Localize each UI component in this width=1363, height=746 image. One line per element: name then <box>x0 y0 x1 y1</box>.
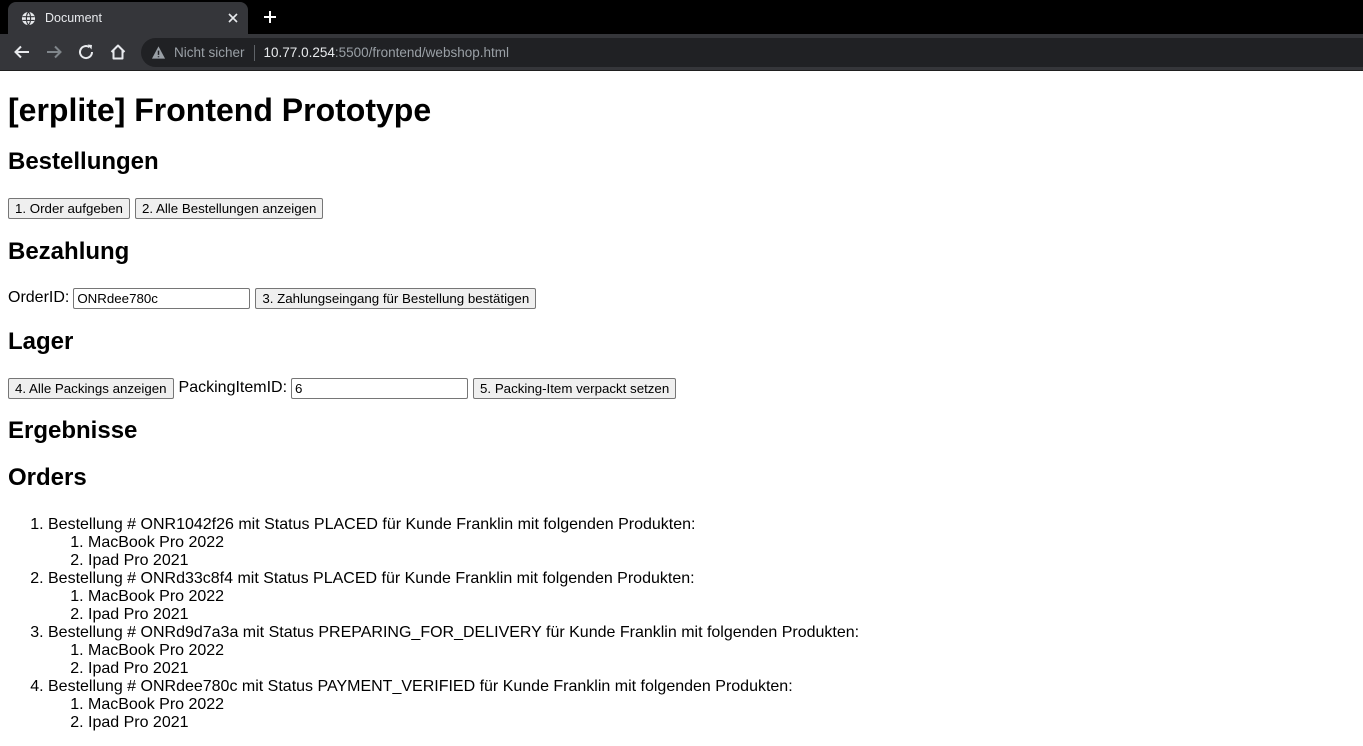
lager-actions: 4. Alle Packings anzeigen PackingItemID:… <box>8 377 1355 399</box>
order-aufgeben-button[interactable]: 1. Order aufgeben <box>8 197 130 219</box>
address-separator <box>253 44 255 61</box>
home-icon[interactable] <box>106 40 130 64</box>
heading-bestellungen: Bestellungen <box>8 148 159 175</box>
product-list: MacBook Pro 2022 Ipad Pro 2021 <box>48 534 1355 570</box>
alle-bestellungen-button[interactable]: 2. Alle Bestellungen anzeigen <box>134 197 324 219</box>
browser-toolbar: Nicht sicher 10.77.0.254:5500/frontend/w… <box>0 34 1363 71</box>
address-bar[interactable]: Nicht sicher 10.77.0.254:5500/frontend/w… <box>141 38 1363 67</box>
packing-verpackt-button[interactable]: 5. Packing-Item verpackt setzen <box>473 377 677 399</box>
reload-icon[interactable] <box>74 40 98 64</box>
order-text: Bestellung # ONRdee780c mit Status PAYME… <box>48 678 793 695</box>
browser-tab[interactable]: Document <box>8 2 248 34</box>
back-arrow-icon[interactable] <box>10 40 34 64</box>
heading-lager: Lager <box>8 328 74 355</box>
globe-icon <box>21 11 36 26</box>
orderid-input[interactable] <box>73 287 251 309</box>
bestellungen-actions: 1. Order aufgeben 2. Alle Bestellungen a… <box>8 197 1355 219</box>
product-item: Ipad Pro 2021 <box>88 552 1355 570</box>
security-label[interactable]: Nicht sicher <box>174 45 245 60</box>
product-list: MacBook Pro 2022 Ipad Pro 2021 <box>48 588 1355 624</box>
orders-list: Bestellung # ONR1042f26 mit Status PLACE… <box>8 516 1355 732</box>
product-list: MacBook Pro 2022 Ipad Pro 2021 <box>48 696 1355 732</box>
alle-packings-button[interactable]: 4. Alle Packings anzeigen <box>8 377 174 399</box>
order-text: Bestellung # ONRd9d7a3a mit Status PREPA… <box>48 624 860 641</box>
url-path: :5500/frontend/webshop.html <box>334 45 509 60</box>
bezahlung-actions: OrderID: 3. Zahlungseingang für Bestellu… <box>8 287 1355 309</box>
order-text: Bestellung # ONRd33c8f4 mit Status PLACE… <box>48 570 695 587</box>
orderid-label: OrderID: <box>8 289 70 306</box>
product-item: MacBook Pro 2022 <box>88 642 1355 660</box>
close-icon[interactable] <box>224 9 242 27</box>
url-host: 10.77.0.254 <box>263 45 335 60</box>
list-item: Bestellung # ONRd33c8f4 mit Status PLACE… <box>48 570 1355 624</box>
packingitemid-label: PackingItemID: <box>178 379 288 396</box>
product-item: MacBook Pro 2022 <box>88 534 1355 552</box>
product-item: Ipad Pro 2021 <box>88 606 1355 624</box>
product-item: MacBook Pro 2022 <box>88 588 1355 606</box>
list-item: Bestellung # ONR1042f26 mit Status PLACE… <box>48 516 1355 570</box>
plus-icon[interactable] <box>259 6 281 28</box>
page-title: [erplite] Frontend Prototype <box>8 92 432 128</box>
packingitemid-input[interactable] <box>291 377 469 399</box>
list-item: Bestellung # ONRdee780c mit Status PAYME… <box>48 678 1355 732</box>
heading-bezahlung: Bezahlung <box>8 238 130 265</box>
product-item: MacBook Pro 2022 <box>88 696 1355 714</box>
heading-orders: Orders <box>8 464 87 491</box>
product-list: MacBook Pro 2022 Ipad Pro 2021 <box>48 642 1355 678</box>
page-content: [erplite] Frontend Prototype Bestellunge… <box>8 71 1355 732</box>
forward-arrow-icon[interactable] <box>42 40 66 64</box>
browser-tab-bar: Document <box>0 0 1363 34</box>
product-item: Ipad Pro 2021 <box>88 660 1355 678</box>
list-item: Bestellung # ONRd9d7a3a mit Status PREPA… <box>48 624 1355 678</box>
heading-ergebnisse: Ergebnisse <box>8 417 138 444</box>
warning-icon[interactable] <box>151 45 167 61</box>
tab-title: Document <box>45 11 102 25</box>
product-item: Ipad Pro 2021 <box>88 714 1355 732</box>
zahlungseingang-button[interactable]: 3. Zahlungseingang für Bestellung bestät… <box>255 287 537 309</box>
url-text[interactable]: 10.77.0.254:5500/frontend/webshop.html <box>264 45 509 60</box>
order-text: Bestellung # ONR1042f26 mit Status PLACE… <box>48 516 696 533</box>
